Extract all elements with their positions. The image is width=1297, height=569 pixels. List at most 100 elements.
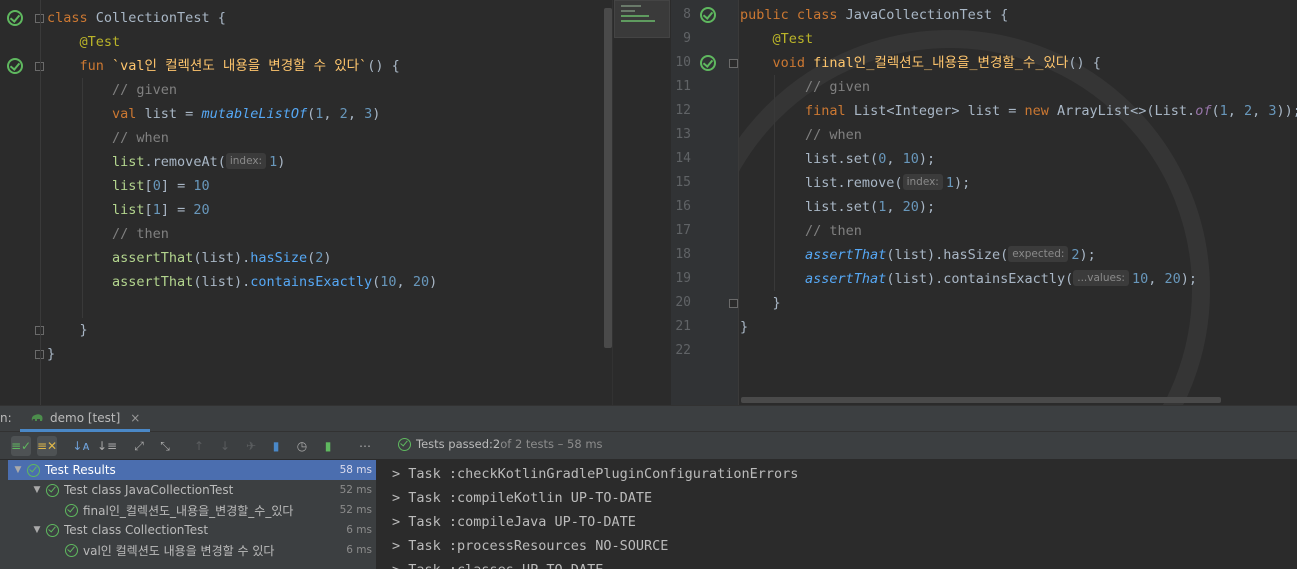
code-line: // given <box>740 75 870 99</box>
test-tree-item[interactable]: final인_컬렉션도_내용을_변경할_수_있다 52 ms <box>8 500 376 520</box>
test-tree-item[interactable]: ▼ Test class CollectionTest 6 ms <box>8 520 376 540</box>
code-token: 1 <box>1219 103 1228 119</box>
show-ignored-icon[interactable]: ≡✕ <box>37 436 57 456</box>
code-token: , <box>1227 103 1244 119</box>
fold-marker-icon[interactable] <box>729 59 738 68</box>
run-test-class-icon[interactable] <box>7 10 23 26</box>
show-passed-icon[interactable]: ≡✓ <box>11 436 31 456</box>
test-passed-icon <box>27 463 40 477</box>
rerun-icon[interactable]: ✈ <box>241 436 261 456</box>
collapse-all-icon[interactable]: ⤡ <box>155 436 175 456</box>
code-token: 2 <box>1244 103 1253 119</box>
test-tree-label: final인_컬렉션도_내용을_변경할_수_있다 <box>83 503 294 518</box>
run-test-method-icon[interactable] <box>7 58 23 74</box>
test-duration: 52 ms <box>339 504 372 516</box>
close-icon[interactable]: × <box>130 411 140 425</box>
chevron-down-icon[interactable]: ▼ <box>31 525 43 535</box>
code-token: new <box>1024 103 1058 119</box>
code-token: () { <box>1068 55 1101 71</box>
test-duration: 6 ms <box>346 524 372 536</box>
test-tree-item[interactable]: val인 컬렉션도 내용을 변경할 수 있다 6 ms <box>8 540 376 560</box>
code-token: class <box>47 10 96 26</box>
test-tree-label: Test Results <box>45 463 116 477</box>
expand-all-icon[interactable]: ⤢ <box>129 436 149 456</box>
run-tab-demo-test[interactable]: demo [test] × <box>20 406 151 432</box>
console-line: > Task :compileJava UP-TO-DATE <box>392 514 636 530</box>
code-token: } <box>79 322 88 338</box>
test-tree-item[interactable]: ▼ Test class JavaCollectionTest 52 ms <box>8 480 376 500</box>
history-icon[interactable]: ◷ <box>292 436 312 456</box>
indent-guide <box>82 78 83 318</box>
minimap[interactable] <box>614 0 670 38</box>
editor-collection-test[interactable]: class CollectionTest { @Test fun `val인 컬… <box>0 0 612 405</box>
code-line: assertThat(list).hasSize(2) <box>47 246 332 270</box>
line-number: 9 <box>683 31 691 46</box>
test-passed-icon <box>65 503 78 517</box>
tests-status: Tests passed: 2 of 2 tests – 58 ms <box>398 437 603 451</box>
test-tree-label: val인 컬렉션도 내용을 변경할 수 있다 <box>83 543 275 558</box>
code-line: public class JavaCollectionTest { <box>740 3 1008 27</box>
code-token: ] = <box>160 202 194 218</box>
editor-java-collection-test[interactable]: public class JavaCollectionTest { @Test … <box>740 0 1297 405</box>
line-number: 19 <box>675 271 691 286</box>
code-token: ); <box>918 151 936 167</box>
code-token: ) <box>429 274 438 290</box>
prev-test-icon[interactable]: ↑ <box>189 436 209 456</box>
code-token: JavaCollectionTest { <box>845 7 1009 23</box>
code-token: CollectionTest { <box>95 10 226 26</box>
console-output[interactable]: > Task :checkKotlinGradlePluginConfigura… <box>378 460 1297 569</box>
parameter-hint: index: <box>225 153 267 169</box>
test-passed-icon <box>65 543 78 557</box>
test-tree-label: Test class CollectionTest <box>64 523 209 537</box>
code-token: assertThat <box>805 247 887 263</box>
code-line: list[1] = 20 <box>47 198 210 222</box>
run-test-method-icon[interactable] <box>700 55 716 71</box>
line-number: 10 <box>675 55 691 70</box>
code-token: 20 <box>412 274 430 290</box>
code-line: // then <box>740 219 862 243</box>
run-test-class-icon[interactable] <box>700 7 716 23</box>
more-icon[interactable]: ⋯ <box>355 436 375 456</box>
code-token: final <box>805 103 854 119</box>
chevron-down-icon[interactable]: ▼ <box>12 465 24 475</box>
code-token: , <box>347 106 365 122</box>
code-token: ArrayList<>(List. <box>1057 103 1196 119</box>
parameter-hint: ...values: <box>1073 270 1129 286</box>
code-token: ) <box>323 250 332 266</box>
code-line: } <box>740 291 781 315</box>
export-icon[interactable]: ▮ <box>266 436 286 456</box>
line-number: 21 <box>675 319 691 334</box>
code-token: // then <box>112 226 169 242</box>
test-tree-item[interactable]: ▼ Test Results 58 ms <box>8 460 376 480</box>
code-token: val <box>112 106 145 122</box>
code-line: @Test <box>740 27 814 51</box>
left-gutter-divider <box>40 0 41 405</box>
sort-alpha-icon[interactable]: ↓ᴀ <box>71 436 91 456</box>
right-editor-horizontal-scrollbar[interactable] <box>741 397 1221 403</box>
sort-duration-icon[interactable]: ↓≡ <box>97 436 117 456</box>
fold-marker-icon[interactable] <box>729 299 738 308</box>
code-token: , <box>396 274 413 290</box>
chevron-down-icon[interactable]: ▼ <box>31 485 43 495</box>
code-token: list <box>112 202 145 218</box>
editor-splitter[interactable] <box>612 0 671 405</box>
code-token: assertThat <box>112 250 194 266</box>
code-token: [ <box>144 178 153 194</box>
left-editor-vertical-scrollbar[interactable] <box>604 8 612 348</box>
import-icon[interactable]: ▮ <box>318 436 338 456</box>
code-line: class CollectionTest { <box>47 6 226 30</box>
code-line: final List<Integer> list = new ArrayList… <box>740 99 1297 123</box>
code-token: @Test <box>772 31 814 47</box>
next-test-icon[interactable]: ↓ <box>215 436 235 456</box>
